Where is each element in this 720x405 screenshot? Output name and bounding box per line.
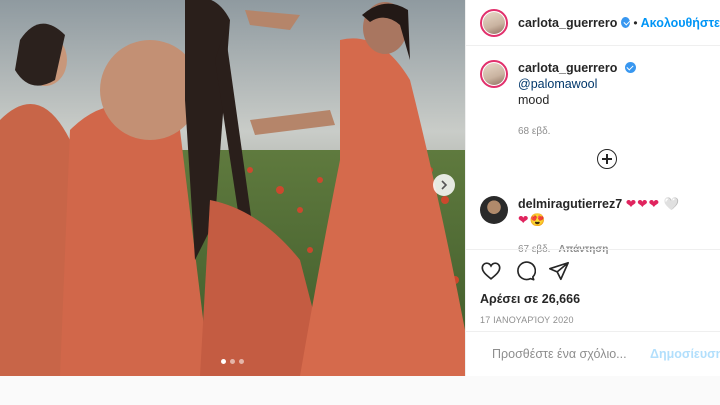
add-comment-bar: Δημοσίευση (466, 331, 720, 376)
post-photo (0, 0, 465, 376)
comment-hearts: ❤❤❤ (625, 197, 661, 211)
carousel-dot (239, 359, 244, 364)
comment-extra: 🤍 (663, 197, 680, 211)
page-background (0, 376, 720, 405)
instagram-post: carlota_guerrero • Ακολουθήστε carlota_g… (0, 0, 720, 376)
post-header: carlota_guerrero • Ακολουθήστε (466, 0, 720, 46)
avatar[interactable] (480, 8, 508, 37)
likes-count[interactable]: Αρέσει σε 26,666 (480, 292, 706, 306)
avatar[interactable] (480, 60, 508, 88)
next-slide-button[interactable] (433, 174, 455, 196)
chevron-right-icon (441, 180, 448, 190)
plus-circle-icon[interactable] (597, 149, 617, 169)
comment-icon[interactable] (514, 260, 536, 282)
commenter-avatar[interactable] (480, 196, 508, 224)
commenter-username[interactable]: delmiragutierrez7 (518, 197, 622, 211)
post-sidebar: carlota_guerrero • Ακολουθήστε carlota_g… (465, 0, 720, 376)
action-icons (480, 260, 706, 282)
heart-icon[interactable] (480, 260, 502, 282)
post-actions: Αρέσει σε 26,666 17 ΙΑΝΟΥΑΡΊΟΥ 2020 (466, 249, 720, 325)
caption-time[interactable]: 68 εβδ. (518, 124, 706, 140)
verified-icon (621, 17, 631, 28)
post-media[interactable] (0, 0, 465, 376)
caption-username[interactable]: carlota_guerrero (518, 61, 617, 75)
comment-line2: ❤😍 (518, 213, 547, 227)
caption-text: mood (518, 93, 550, 107)
follow-button[interactable]: Ακολουθήστε (641, 16, 720, 30)
comment-input[interactable] (492, 347, 642, 361)
caption-mention[interactable]: @palomawool (518, 77, 597, 91)
carousel-indicator (0, 359, 465, 364)
post-username[interactable]: carlota_guerrero (518, 16, 617, 30)
separator: • (633, 15, 638, 30)
verified-icon (624, 62, 636, 73)
carousel-dot (221, 359, 226, 364)
post-date[interactable]: 17 ΙΑΝΟΥΑΡΊΟΥ 2020 (480, 315, 706, 325)
carousel-dot (230, 359, 235, 364)
share-icon[interactable] (548, 260, 570, 282)
caption: carlota_guerrero @palomawool mood 68 εβδ… (466, 46, 720, 140)
post-comment-button[interactable]: Δημοσίευση (650, 347, 720, 361)
